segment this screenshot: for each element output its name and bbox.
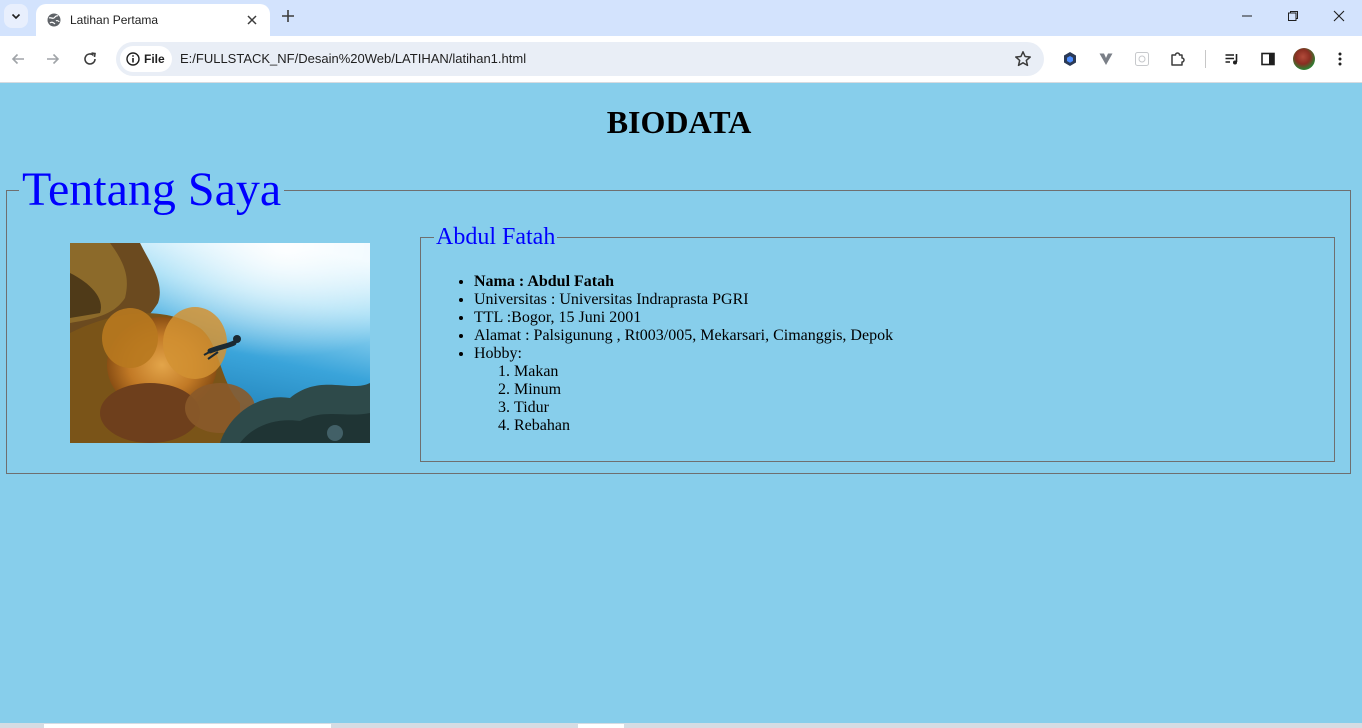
- close-icon: [247, 15, 257, 25]
- page-heading: BIODATA: [606, 104, 752, 140]
- browser-toolbar: File E:/FULLSTACK_NF/Desain%20Web/LATIHA…: [0, 36, 1362, 83]
- grid-extension-icon: [1135, 52, 1149, 66]
- browser-menu-button[interactable]: [1329, 48, 1351, 70]
- back-arrow-icon: [11, 53, 24, 65]
- list-item-ttl: TTL :Bogor, 15 Juni 2001: [474, 309, 893, 327]
- side-panel-button[interactable]: [1257, 48, 1279, 70]
- tab-search-button[interactable]: [4, 4, 28, 28]
- hobby-item: Makan: [514, 363, 893, 381]
- forward-arrow-icon: [47, 53, 60, 65]
- minimize-icon: [1242, 15, 1252, 17]
- back-button[interactable]: [4, 45, 32, 73]
- globe-icon: [46, 12, 62, 28]
- media-queue-icon: [1225, 54, 1238, 65]
- web-page: BIODATA Tentang Saya Abdul Fatah • Nama …: [0, 83, 1362, 723]
- close-icon: [1333, 10, 1345, 22]
- browser-tabstrip: Latihan Pertama: [0, 0, 1362, 36]
- biodata-list: Nama : Abdul Fatah Universitas : Univers…: [474, 273, 893, 435]
- restore-button[interactable]: [1270, 0, 1316, 32]
- side-panel-icon: [1261, 52, 1275, 66]
- profile-fieldset: Abdul Fatah Nama : Abdul Fatah Universit…: [420, 224, 1335, 462]
- reload-button[interactable]: [76, 45, 104, 73]
- hexagon-extension-icon: [1064, 52, 1076, 66]
- minimize-button[interactable]: [1224, 0, 1270, 32]
- list-item-hobby: Hobby: Makan Minum Tidur Rebahan: [474, 345, 893, 435]
- list-item-alamat: Alamat : Palsigunung , Rt003/005, Mekars…: [474, 327, 893, 345]
- url-text[interactable]: E:/FULLSTACK_NF/Desain%20Web/LATIHAN/lat…: [180, 51, 526, 66]
- taskbar-segment: [578, 724, 624, 728]
- hobby-label: Hobby:: [474, 345, 522, 362]
- taskbar-edge: [0, 723, 1362, 728]
- close-window-button[interactable]: [1316, 0, 1362, 32]
- taskbar-segment: [44, 724, 331, 728]
- star-icon[interactable]: [1014, 50, 1032, 68]
- profile-avatar[interactable]: [1293, 48, 1315, 70]
- address-bar[interactable]: File E:/FULLSTACK_NF/Desain%20Web/LATIHA…: [116, 42, 1044, 76]
- tab-close-button[interactable]: [244, 12, 260, 28]
- profile-legend: Abdul Fatah: [434, 224, 558, 250]
- site-chip-label: File: [144, 52, 165, 66]
- new-tab-button[interactable]: [278, 6, 298, 26]
- list-item-universitas: Universitas : Universitas Indraprasta PG…: [474, 291, 893, 309]
- forward-button[interactable]: [39, 45, 67, 73]
- kebab-menu-icon: [1338, 52, 1342, 66]
- v-extension-button[interactable]: [1095, 48, 1117, 70]
- grid-extension-button[interactable]: [1131, 48, 1153, 70]
- site-info-chip[interactable]: File: [120, 46, 172, 72]
- about-legend: Tentang Saya: [19, 163, 285, 217]
- profile-photo: [70, 243, 370, 443]
- tab-title: Latihan Pertama: [70, 13, 159, 27]
- reload-icon: [84, 52, 96, 65]
- about-fieldset: Tentang Saya Abdul Fatah • Nama: Abdul …: [6, 163, 1351, 474]
- list-item-nama: Nama : Abdul Fatah: [474, 273, 893, 291]
- restore-icon: [1288, 11, 1298, 21]
- info-icon: [126, 52, 140, 66]
- browser-tab-active[interactable]: Latihan Pertama: [36, 4, 270, 36]
- chevron-down-icon: [11, 13, 21, 20]
- hobby-item: Minum: [514, 381, 893, 399]
- puzzle-icon: [1171, 52, 1185, 66]
- hobby-item: Tidur: [514, 399, 893, 417]
- plus-icon: [282, 10, 294, 22]
- toolbar-separator: [1205, 50, 1206, 68]
- extensions-button[interactable]: [1167, 48, 1189, 70]
- hobby-list: Makan Minum Tidur Rebahan: [474, 363, 893, 435]
- hobby-item: Rebahan: [514, 417, 893, 435]
- v-extension-icon: [1099, 53, 1113, 65]
- media-queue-button[interactable]: [1221, 48, 1243, 70]
- hexagon-extension-button[interactable]: [1059, 48, 1081, 70]
